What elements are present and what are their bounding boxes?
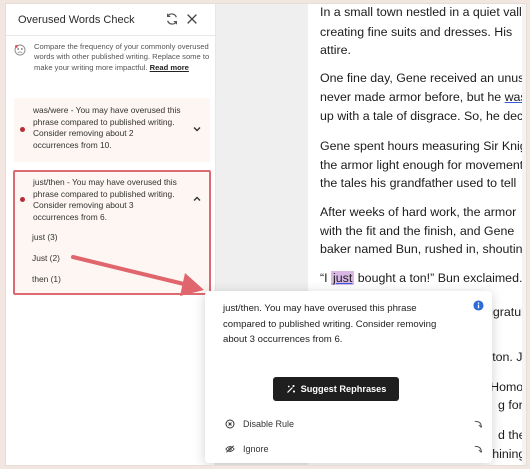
doc-line-text: bought a ton!” Bun exclaimed. bbox=[357, 271, 523, 285]
doc-line: attire. bbox=[320, 43, 351, 57]
issue-dot bbox=[20, 127, 25, 132]
ignore-button[interactable]: Ignore bbox=[225, 444, 269, 454]
doc-line: the tales his grandfather used to tell bbox=[320, 176, 517, 190]
ignore-label: Ignore bbox=[243, 444, 269, 454]
sad-face-icon bbox=[14, 44, 26, 56]
doc-line-text: never made armor before, but he bbox=[320, 90, 502, 104]
doc-line: up with a tale of disgrace. So, he decid… bbox=[320, 109, 527, 123]
doc-fragment: shining bbox=[486, 447, 526, 461]
disable-icon bbox=[225, 419, 235, 429]
doc-line: One fine day, Gene received an unusual bbox=[320, 71, 527, 85]
chevron-down-icon[interactable] bbox=[192, 124, 202, 134]
close-icon[interactable] bbox=[185, 12, 199, 26]
suggest-label: Suggest Rephrases bbox=[300, 384, 387, 394]
doc-line-with-underline: never made armor before, but he was bbox=[320, 87, 526, 108]
highlighted-word-just[interactable]: just bbox=[331, 271, 355, 285]
enter-key-icon bbox=[473, 445, 482, 454]
overused-card-just-then[interactable]: just/then - You may have overused this p… bbox=[13, 170, 211, 295]
occurrence-item[interactable]: Just (2) bbox=[32, 253, 60, 263]
eye-off-icon bbox=[225, 445, 235, 453]
info-icon[interactable] bbox=[473, 300, 484, 311]
occurrence-item[interactable]: just (3) bbox=[32, 232, 58, 242]
card-text: was/were - You may have overused this ph… bbox=[33, 105, 181, 150]
read-more-link[interactable]: Read more bbox=[150, 63, 189, 72]
doc-line: baker named Bun, rushed in, shouting bbox=[320, 242, 527, 256]
enter-key-icon bbox=[473, 420, 482, 429]
intro-text: Compare the frequency of your commonly o… bbox=[34, 42, 212, 73]
doc-fragment: l ton. Ju bbox=[486, 350, 527, 364]
app-window: Overused Words Check Compare the frequen… bbox=[5, 3, 527, 466]
quote-open: “I bbox=[320, 271, 328, 285]
chevron-up-icon[interactable] bbox=[192, 194, 202, 204]
doc-line: Gene spent hours measuring Sir Knight bbox=[320, 139, 527, 153]
suggestion-popup: just/then. You may have overused this ph… bbox=[205, 291, 492, 463]
suggest-rephrases-button[interactable]: Suggest Rephrases bbox=[273, 377, 399, 401]
occurrence-item[interactable]: then (1) bbox=[32, 274, 61, 284]
doc-line: In a small town nestled in a quiet valle… bbox=[320, 5, 527, 19]
doc-fragment: ngratula bbox=[486, 305, 527, 319]
refresh-icon[interactable] bbox=[165, 12, 179, 26]
panel-header: Overused Words Check bbox=[6, 4, 216, 36]
doc-line: After weeks of hard work, the armor bbox=[320, 205, 517, 219]
overused-words-panel: Overused Words Check Compare the frequen… bbox=[6, 4, 216, 465]
disable-rule-button[interactable]: Disable Rule bbox=[225, 419, 294, 429]
doc-line-with-highlight: “I just bought a ton!” Bun exclaimed. bbox=[320, 268, 526, 289]
panel-title: Overused Words Check bbox=[18, 14, 135, 26]
popup-message: just/then. You may have overused this ph… bbox=[223, 303, 437, 346]
magic-wand-icon bbox=[286, 385, 295, 393]
card-text: just/then - You may have overused this p… bbox=[33, 177, 177, 222]
disable-rule-label: Disable Rule bbox=[243, 419, 295, 429]
overused-card-was-were[interactable]: was/were - You may have overused this ph… bbox=[14, 98, 210, 162]
scrollbar[interactable] bbox=[522, 4, 526, 465]
issue-dot bbox=[20, 197, 25, 202]
